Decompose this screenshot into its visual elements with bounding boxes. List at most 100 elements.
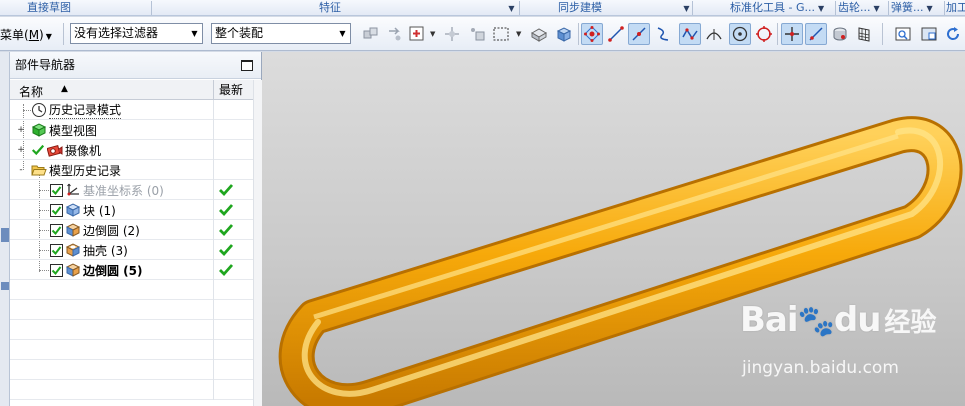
group-gear[interactable]: 齿轮... ▼ <box>838 0 888 16</box>
group-feature[interactable]: 特征 <box>220 0 440 16</box>
group-direct-sketch[interactable]: 直接草图 <box>4 0 94 16</box>
group-sync-modeling[interactable]: 同步建模 <box>545 0 615 16</box>
latest-check-icon <box>218 202 234 218</box>
chevron-down-icon[interactable]: ▼ <box>680 0 690 16</box>
spline-icon[interactable] <box>679 23 701 45</box>
chevron-down-icon[interactable]: ▼ <box>516 30 521 38</box>
solid-cube-icon[interactable] <box>553 23 575 45</box>
visibility-checkbox[interactable] <box>50 203 63 217</box>
latest-check-icon <box>218 222 234 238</box>
toolbar-divider <box>63 23 64 45</box>
visibility-checkbox[interactable] <box>50 223 63 237</box>
group-spring[interactable]: 弹簧... ▼ <box>891 0 941 16</box>
expand-icon[interactable]: + <box>17 126 25 135</box>
swept-loop-model[interactable] <box>262 52 965 406</box>
toolbar-divider <box>777 23 778 45</box>
block-icon <box>65 202 81 218</box>
rectangle-select-icon[interactable] <box>490 23 512 45</box>
history-clock-icon <box>31 102 47 118</box>
chevron-down-icon[interactable]: ▼ <box>430 30 435 38</box>
navigator-tree: 历史记录模式 + 模型视图 + 摄像机 - 模型历史记录 基准坐标系 (0) 块… <box>10 100 253 400</box>
grid-icon[interactable] <box>853 23 875 45</box>
toolbar-divider <box>882 23 883 45</box>
refresh-icon[interactable] <box>942 23 964 45</box>
tree-row-camera[interactable]: + 摄像机 <box>10 140 253 160</box>
cross-point-icon[interactable] <box>781 23 803 45</box>
navigator-column-header: 名称 ▲ 最新 <box>10 80 253 100</box>
group-standard-tools[interactable]: 标准化工具 - G... ▼ <box>730 0 830 16</box>
empty-row <box>10 280 253 300</box>
visibility-checkbox[interactable] <box>50 243 63 257</box>
shell-icon <box>65 242 81 258</box>
cylinder-icon[interactable] <box>829 23 851 45</box>
group-divider <box>519 1 520 15</box>
camera-icon <box>47 142 63 158</box>
latest-check-icon <box>218 262 234 278</box>
chevron-down-icon: ▼ <box>873 4 880 13</box>
latest-check-icon <box>218 242 234 258</box>
baidu-logo: Bai🐾du <box>740 300 881 340</box>
edge-blend-icon <box>65 262 81 278</box>
sort-ascending-icon: ▲ <box>61 84 68 94</box>
group-divider <box>835 1 836 15</box>
chevron-down-icon: ▼ <box>191 29 198 38</box>
resource-bar <box>0 52 10 406</box>
move-handle-icon[interactable] <box>441 23 463 45</box>
collapse-icon[interactable]: - <box>17 166 25 175</box>
navigator-scrollbar[interactable] <box>253 80 262 406</box>
line-tool-icon[interactable] <box>605 23 627 45</box>
slope-line-icon[interactable] <box>805 23 827 45</box>
latest-check-icon <box>218 182 234 198</box>
selection-scope-select[interactable]: 整个装配 ▼ <box>211 23 351 44</box>
navigator-title-bar: 部件导航器 <box>10 52 261 79</box>
snap-line-icon[interactable] <box>628 23 650 45</box>
snap-arrow-icon[interactable] <box>384 23 406 45</box>
center-point-icon[interactable] <box>729 23 751 45</box>
column-name-header[interactable]: 名称 <box>19 83 43 100</box>
snap-points-icon[interactable] <box>581 23 603 45</box>
maximize-icon[interactable] <box>241 60 253 71</box>
selection-filter-select[interactable]: 没有选择过滤器 ▼ <box>70 23 203 44</box>
model-view-icon <box>31 122 47 138</box>
assembly-select-icon[interactable] <box>360 23 382 45</box>
expand-icon[interactable]: + <box>17 146 25 155</box>
empty-row <box>10 320 253 340</box>
menu-button[interactable]: 菜单(M) ▼ <box>0 26 52 43</box>
tree-row-datum-csys[interactable]: 基准坐标系 (0) <box>10 180 253 200</box>
empty-row <box>10 300 253 320</box>
add-point-icon[interactable] <box>406 23 428 45</box>
body-select-icon[interactable] <box>528 23 550 45</box>
empty-row <box>10 360 253 380</box>
resource-tab[interactable] <box>1 228 9 242</box>
tangent-point-icon[interactable] <box>703 23 725 45</box>
tree-row-shell[interactable]: 抽壳 (3) <box>10 240 253 260</box>
column-latest-header[interactable]: 最新 <box>213 80 253 100</box>
chevron-down-icon: ▼ <box>339 29 346 38</box>
chevron-down-icon: ▼ <box>817 4 825 13</box>
copy-object-icon[interactable] <box>466 23 488 45</box>
resource-tab[interactable] <box>1 282 9 290</box>
quadrant-point-icon[interactable] <box>753 23 775 45</box>
group-divider <box>151 1 152 15</box>
edge-blend-icon <box>65 222 81 238</box>
chevron-down-icon: ▼ <box>45 32 52 41</box>
visibility-checkbox[interactable] <box>50 183 63 197</box>
folder-open-icon <box>31 162 47 178</box>
part-navigator: 部件导航器 名称 ▲ 最新 历史记录模式 + 模型视图 + 摄像机 - 模型历史… <box>10 52 262 406</box>
intersection-curve-icon[interactable] <box>652 23 674 45</box>
chevron-down-icon: ▼ <box>926 4 933 13</box>
zoom-window-icon[interactable] <box>918 23 940 45</box>
tree-row-edge-blend-5[interactable]: 边倒圆 (5) <box>10 260 253 280</box>
tree-row-block[interactable]: 块 (1) <box>10 200 253 220</box>
tree-row-history-mode[interactable]: 历史记录模式 <box>10 100 253 120</box>
group-machining[interactable]: 加工 <box>946 0 965 16</box>
visibility-checkbox[interactable] <box>50 263 63 277</box>
ribbon-group-bar: 直接草图 特征 ▼ 同步建模 ▼ 标准化工具 - G... ▼ 齿轮... ▼ 弹簧… <box>0 0 965 16</box>
tree-row-model-views[interactable]: + 模型视图 <box>10 120 253 140</box>
tree-row-model-history[interactable]: - 模型历史记录 <box>10 160 253 180</box>
group-divider <box>888 1 889 15</box>
fit-view-icon[interactable] <box>892 23 914 45</box>
graphics-window[interactable]: Bai🐾du 经验 jingyan.baidu.com <box>262 52 965 406</box>
chevron-down-icon[interactable]: ▼ <box>505 0 515 16</box>
tree-row-edge-blend-2[interactable]: 边倒圆 (2) <box>10 220 253 240</box>
